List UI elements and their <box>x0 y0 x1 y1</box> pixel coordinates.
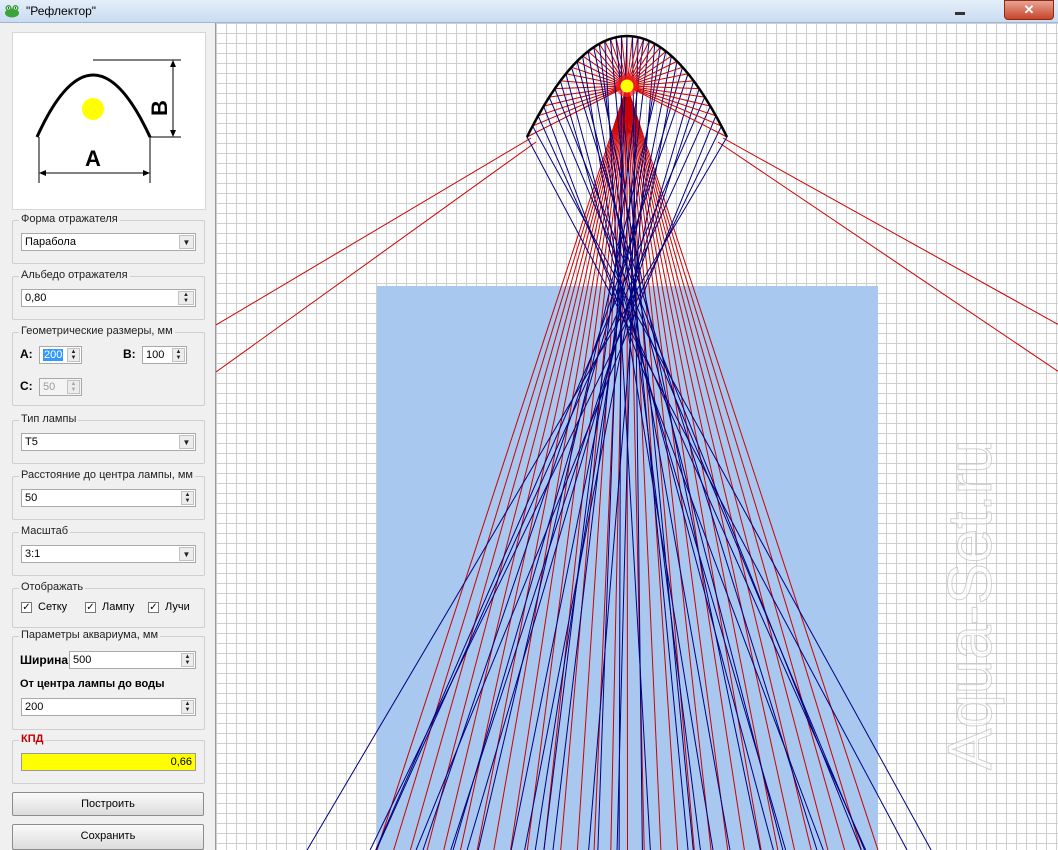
window-title: "Рефлектор" <box>26 4 97 18</box>
efficiency-value: 0,66 <box>21 753 196 771</box>
save-button[interactable]: Сохранить <box>12 824 204 850</box>
lamp-distance-title: Расстояние до центра лампы, мм <box>19 469 195 481</box>
chevron-down-icon[interactable]: ▼ <box>179 547 194 561</box>
chevron-down-icon[interactable]: ▼ <box>179 235 194 249</box>
spinner-icon[interactable]: ▲ ▼ <box>181 700 194 714</box>
albedo-group: Альбедо отражателя 0,80 ▲ ▼ <box>12 269 205 320</box>
reflector-diagram: A B <box>35 59 181 183</box>
build-button[interactable]: Построить <box>12 792 204 816</box>
lamp-to-water-value: 200 <box>25 701 44 713</box>
incident-ray <box>537 85 628 117</box>
dimension-a-spinner-icon[interactable]: ▲ ▼ <box>67 348 80 362</box>
scale-select[interactable]: 3:1 ▼ <box>21 545 196 563</box>
dimension-b-input[interactable]: 100 ▲ ▼ <box>142 346 187 364</box>
albedo-title: Альбедо отражателя <box>19 269 130 281</box>
scale-title: Масштаб <box>19 525 71 537</box>
reflector-shape-select[interactable]: Парабола ▼ <box>21 233 196 251</box>
aquarium-width-value: 500 <box>73 654 92 666</box>
ray-tracing-canvas <box>215 23 1058 850</box>
aquarium-width-label: Ширина <box>20 653 69 667</box>
scale-value: 3:1 <box>25 548 41 560</box>
aquarium-width-input[interactable]: 500 ▲ ▼ <box>69 651 196 669</box>
dimension-a-field-label: A: <box>20 347 33 361</box>
reflector-shape-title: Форма отражателя <box>19 213 120 225</box>
ray-diagram <box>216 34 1058 850</box>
lamp-type-select[interactable]: T5 ▼ <box>21 433 196 451</box>
dimension-c-spinner-icon: ▲ ▼ <box>67 380 80 394</box>
aquarium-title: Параметры аквариума, мм <box>19 629 161 641</box>
dimensions-group: Геометрические размеры, мм A: 200 ▲ ▼ B: … <box>12 325 205 406</box>
lamp-type-title: Тип лампы <box>19 413 79 425</box>
lamp-type-group: Тип лампы T5 ▼ <box>12 413 205 464</box>
dimension-c-input: 50 ▲ ▼ <box>39 378 82 396</box>
scale-group: Масштаб 3:1 ▼ <box>12 525 205 576</box>
lamp-checkbox[interactable]: ✓ <box>85 602 96 613</box>
efficiency-title: КПД <box>19 733 46 745</box>
dimension-a-label: A <box>85 146 101 171</box>
dimension-c-value: 50 <box>43 381 56 393</box>
dimension-b-value: 100 <box>146 349 165 361</box>
display-title: Отображать <box>19 581 86 593</box>
rays-checkbox[interactable]: ✓ <box>148 602 159 613</box>
chevron-down-icon[interactable]: ▼ <box>179 435 194 449</box>
dimension-b-field-label: B: <box>123 347 136 361</box>
dimension-b-label: B <box>147 100 172 116</box>
spinner-icon[interactable]: ▲ ▼ <box>181 491 194 505</box>
lamp-to-water-input[interactable]: 200 ▲ ▼ <box>21 698 196 716</box>
reflector-shape-group: Форма отражателя Парабола ▼ <box>12 213 205 264</box>
incident-ray <box>532 85 628 127</box>
frog-app-icon <box>5 5 19 18</box>
reflector-shape-value: Парабола <box>25 236 76 248</box>
close-button[interactable]: ✕ <box>1004 0 1054 20</box>
efficiency-group: КПД 0,66 <box>12 733 205 784</box>
display-group: Отображать ✓ Сетку ✓ Лампу ✓ Лучи <box>12 581 205 628</box>
title-bar: "Рефлектор" ✕ <box>0 0 1058 23</box>
grid-checkbox-label: Сетку <box>38 601 68 613</box>
aquarium-group: Параметры аквариума, мм Ширина 500 ▲ ▼ От… <box>12 629 205 730</box>
incident-ray <box>626 85 728 138</box>
lamp-to-water-label: От центра лампы до воды <box>20 678 165 690</box>
albedo-input[interactable]: 0,80 ▲ ▼ <box>21 289 196 307</box>
albedo-value: 0,80 <box>25 292 47 304</box>
dimension-a-value: 200 <box>43 349 64 361</box>
lamp-checkbox-label: Лампу <box>102 601 135 613</box>
rays-checkbox-label: Лучи <box>165 601 190 613</box>
spinner-icon[interactable]: ▲ ▼ <box>181 653 194 667</box>
lamp-type-value: T5 <box>25 436 38 448</box>
minimize-button[interactable] <box>946 1 974 19</box>
incident-ray <box>526 85 628 138</box>
dimension-c-field-label: C: <box>20 379 33 393</box>
grid-checkbox[interactable]: ✓ <box>21 602 32 613</box>
lamp-distance-input[interactable]: 50 ▲ ▼ <box>21 489 196 507</box>
dimensions-title: Геометрические размеры, мм <box>19 325 175 337</box>
lamp-distance-group: Расстояние до центра лампы, мм 50 ▲ ▼ <box>12 469 205 520</box>
watermark: Aqua-Set.ru <box>936 439 1006 771</box>
lamp-distance-value: 50 <box>25 492 38 504</box>
dimension-b-spinner-icon[interactable]: ▲ ▼ <box>172 348 185 362</box>
dimension-a-input[interactable]: 200 ▲ ▼ <box>39 346 82 364</box>
spinner-icon[interactable]: ▲ ▼ <box>178 291 194 305</box>
reflector-preview: A B <box>12 32 206 210</box>
lamp <box>620 79 634 93</box>
